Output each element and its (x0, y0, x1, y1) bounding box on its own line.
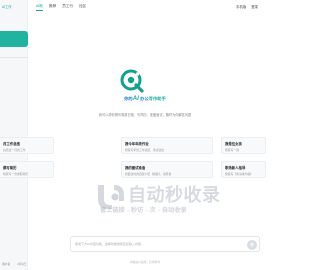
nav-item-recommend[interactable]: 推荐 (49, 4, 56, 9)
card-title: 职场新人指导 (225, 165, 246, 170)
prompt-card[interactable]: 撰写简历 帮我写一份求职简历 (0, 161, 54, 178)
card-desc: 我面试时的自我介绍【模板】，请帮我 (125, 172, 172, 176)
new-chat-button[interactable] (0, 31, 28, 47)
card-title: 我的面试准备 (125, 165, 146, 170)
mobile-link[interactable]: 手机版 (236, 4, 246, 9)
footer-date: 2月1日 (17, 262, 26, 266)
card-desc: 帮我写【新请求内容】 (225, 172, 253, 176)
card-title: 月工作总结 (3, 141, 20, 146)
brand-label: AI工作 (2, 5, 12, 9)
assistant-logo-icon (120, 69, 144, 93)
title-suffix: 写作助手 (148, 96, 166, 101)
hero-subtitle: 我可以帮你撰写周报日报、写简历、准备面试，随时为你解答问题 (98, 113, 192, 117)
login-link[interactable]: 登录 (251, 4, 258, 9)
watermark: 自动秒收录 管上链接→秒访→次→自动收录 (94, 181, 254, 221)
sidebar-brand[interactable]: AI工作 (2, 4, 11, 9)
card-title: 我是位女孩 (225, 141, 242, 146)
hero-title: 你的AI 办公写作助手 (28, 96, 262, 102)
send-button[interactable] (247, 240, 257, 250)
chat-input[interactable]: 使用下方AI对话功能，选择功能或者直接输入内容... (70, 236, 260, 252)
prompt-card[interactable]: 职场新人指导 帮我写【新请求内容】 (221, 161, 266, 178)
watermark-text: 自动秒收录 (128, 185, 221, 205)
send-icon (250, 242, 254, 248)
user-name[interactable]: 用户名 (2, 262, 10, 266)
nav-item-community[interactable]: 社区 (79, 4, 86, 9)
card-desc: 帮我写年终工作总结，重点突出 (125, 148, 165, 152)
title-prefix: 你的 (124, 96, 133, 101)
sidebar-divider (0, 57, 28, 58)
chat-input-placeholder: 使用下方AI对话功能，选择功能或者直接输入内容... (75, 242, 144, 246)
card-desc: 帮我写一篇 (225, 148, 239, 152)
prompt-card[interactable]: 我的面试准备 我面试时的自我介绍【模板】，请帮我 (121, 161, 213, 178)
top-nav: AI助 推荐 员工行 社区 手机版 登录 (28, 0, 262, 12)
card-title: 我今年年终作业 (125, 141, 149, 146)
nav-right: 手机版 登录 (236, 0, 258, 12)
card-title: 撰写简历 (3, 165, 17, 170)
disclaimer: 内容由AI生成，仅供参考 (129, 260, 161, 264)
nav-item-staff[interactable]: 员工行 (62, 4, 73, 9)
prompt-card[interactable]: 我今年年终作业 帮我写年终工作总结，重点突出 (121, 137, 213, 154)
title-mid: 办公 (140, 96, 149, 101)
sidebar-footer: 用户名 2月1日 (2, 262, 28, 266)
title-ai: AI (132, 96, 139, 102)
card-desc: 总结这一月的工作 (3, 148, 26, 152)
prompt-card[interactable]: 月工作总结 总结这一月的工作 (0, 137, 54, 154)
nav-item-ai[interactable]: AI助 (36, 4, 43, 11)
sidebar: AI工作 用户名 2月1日 (0, 0, 28, 270)
prompt-card[interactable]: 我是位女孩 帮我写一篇 (221, 137, 266, 154)
card-desc: 帮我写一份求职简历 (3, 172, 29, 176)
watermark-subtext: 管上链接→秒访→次→自动收录 (100, 207, 187, 214)
watermark-logo-icon (98, 185, 124, 209)
